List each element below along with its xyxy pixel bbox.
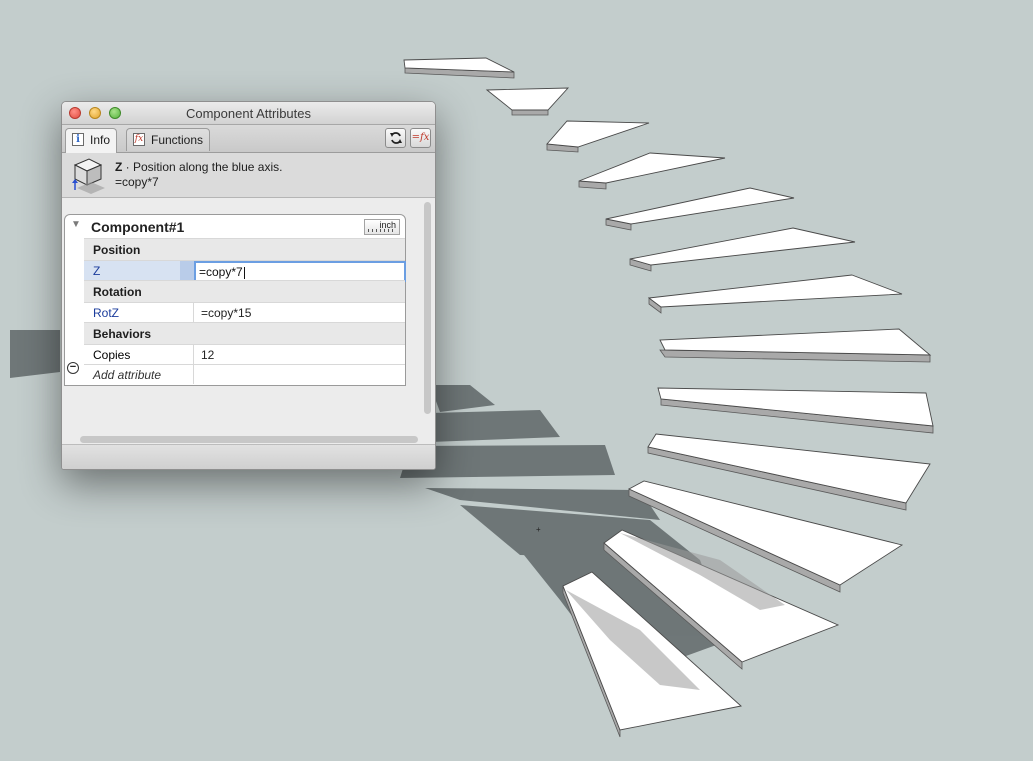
attribute-row-copies[interactable]: Copies 12 (84, 344, 405, 364)
section-header-position: Position (84, 238, 405, 260)
formula-toggle-button[interactable]: =fx (410, 128, 431, 148)
add-attribute-row[interactable]: Add attribute (84, 364, 405, 384)
vertical-scroll-thumb[interactable] (424, 202, 431, 414)
cursor-crosshair: + (536, 525, 541, 534)
attribute-description-text: · Position along the blue axis. (122, 160, 283, 174)
horizontal-scrollbar[interactable] (80, 436, 418, 443)
attributes-scroll-area[interactable]: ▼ Component#1 inch Position Z =copy*7 Ro… (62, 198, 435, 469)
section-header-behaviors: Behaviors (84, 322, 405, 344)
step-3[interactable] (546, 120, 650, 148)
add-attribute-value[interactable] (195, 365, 405, 384)
info-icon: i (72, 133, 84, 146)
attribute-description: Z · Position along the blue axis. (115, 160, 282, 174)
section-title: Behaviors (93, 327, 152, 341)
component-attributes-window: Component Attributes i Info fx Functions… (61, 101, 436, 470)
collapse-triangle-icon[interactable]: ▼ (71, 219, 81, 230)
attribute-info-bar: Z · Position along the blue axis. =copy*… (62, 153, 435, 198)
section-title: Position (93, 243, 141, 257)
attribute-label[interactable]: Z (84, 261, 194, 280)
attribute-label[interactable]: RotZ (84, 303, 194, 322)
section-header-rotation: Rotation (84, 280, 405, 302)
ruler-icon (368, 229, 396, 232)
units-toggle-button[interactable]: inch (364, 219, 400, 235)
component-cube-icon (72, 158, 105, 194)
attribute-value[interactable]: 12 (195, 345, 405, 364)
attribute-value[interactable]: =copy*15 (195, 303, 405, 322)
window-titlebar[interactable]: Component Attributes (62, 102, 435, 125)
formula-toggle-icon: =fx (411, 132, 430, 143)
step-2[interactable] (485, 87, 570, 111)
step-8[interactable] (659, 328, 932, 356)
refresh-icon (389, 132, 402, 144)
component-name: Component#1 (91, 219, 185, 235)
component-header: ▼ Component#1 inch (65, 215, 405, 238)
attribute-row-rotz[interactable]: RotZ =copy*15 (84, 302, 405, 322)
window-title: Component Attributes (185, 106, 312, 121)
formula-input[interactable]: =copy*7 (194, 261, 406, 282)
step-7[interactable] (647, 274, 903, 308)
tab-bar: i Info fx Functions =fx (62, 125, 435, 153)
step-4[interactable] (578, 152, 726, 184)
tab-info-label: Info (90, 133, 111, 147)
window-footer (62, 444, 435, 469)
tab-functions-label: Functions (151, 133, 204, 147)
tab-functions[interactable]: fx Functions (126, 128, 211, 151)
function-icon: fx (133, 133, 145, 146)
remove-attribute-icon[interactable]: − (67, 362, 79, 374)
attribute-label[interactable]: Copies (84, 345, 194, 364)
step-6[interactable] (629, 227, 856, 266)
tab-info[interactable]: i Info (65, 128, 118, 153)
attribute-row-z[interactable]: Z =copy*7 (84, 260, 406, 282)
refresh-button[interactable] (385, 128, 406, 148)
step-edge (511, 109, 549, 116)
edit-marker (180, 261, 194, 281)
section-title: Rotation (93, 285, 142, 299)
attribute-formula: =copy*7 (115, 175, 159, 189)
attribute-grid: Position Z =copy*7 Rotation RotZ =copy*1… (84, 238, 406, 384)
vertical-scrollbar[interactable] (423, 202, 432, 414)
step-5[interactable] (605, 187, 795, 225)
component-panel: ▼ Component#1 inch Position Z =copy*7 Ro… (64, 214, 406, 386)
add-attribute-label[interactable]: Add attribute (84, 365, 194, 384)
